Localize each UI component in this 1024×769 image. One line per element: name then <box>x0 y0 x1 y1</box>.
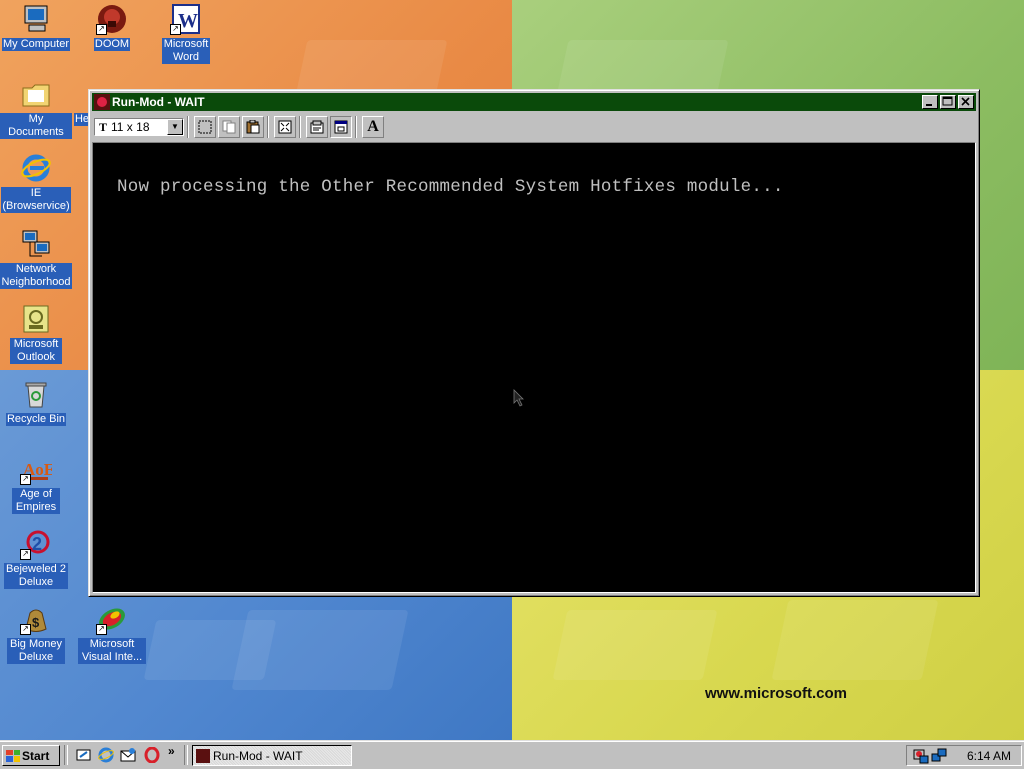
paste-button[interactable] <box>242 116 264 138</box>
copy-icon <box>222 120 236 134</box>
word-icon: W ↗ <box>170 3 202 35</box>
desktop-icon-label: Microsoft Visual Inte... <box>78 638 146 664</box>
toolbar-separator <box>355 116 357 138</box>
toolbar-separator <box>299 116 301 138</box>
outlook-icon <box>20 303 52 335</box>
background-button[interactable] <box>330 116 352 138</box>
mouse-pointer-icon <box>513 389 524 407</box>
clock[interactable]: 6:14 AM <box>967 749 1011 763</box>
windows-logo-icon <box>6 749 20 762</box>
taskbar-separator <box>64 745 68 765</box>
desktop-icon-doom[interactable]: ↗ DOOM <box>76 3 148 51</box>
network-tray-icon[interactable] <box>931 748 947 764</box>
console-area[interactable]: Now processing the Other Recommended Sys… <box>92 142 976 593</box>
desktop-icon-label: IE (Browservice) <box>1 187 71 213</box>
console-output: Now processing the Other Recommended Sys… <box>117 177 784 197</box>
taskbar: Start » Run-Mod - WAIT 6:14 AM <box>0 740 1024 769</box>
window-toolbar: T 11 x 18 ▼ A <box>92 114 976 140</box>
desktop-icon-ie[interactable]: IE (Browservice) <box>0 152 72 213</box>
ie-quicklaunch-icon[interactable] <box>98 747 114 763</box>
svg-text:W: W <box>178 10 198 32</box>
svg-text:2: 2 <box>32 534 42 554</box>
big-money-icon: $ ↗ <box>20 603 52 635</box>
desktop-icon-bejeweled-2[interactable]: 2 ↗ Bejeweled 2 Deluxe <box>0 528 72 589</box>
desktop-icon-microsoft-word[interactable]: W ↗ Microsoft Word <box>150 3 222 64</box>
close-button[interactable] <box>958 95 974 109</box>
properties-button[interactable] <box>306 116 328 138</box>
font-button[interactable]: A <box>362 116 384 138</box>
outlook-express-icon[interactable] <box>120 747 136 763</box>
recycle-bin-icon <box>20 378 52 410</box>
toolbar-separator <box>267 116 269 138</box>
system-tray: 6:14 AM <box>906 745 1022 766</box>
font-size-dropdown[interactable]: T 11 x 18 ▼ <box>94 118 184 136</box>
mark-icon <box>198 120 212 134</box>
truetype-font-icon: T <box>99 119 108 134</box>
bejeweled-icon: 2 ↗ <box>20 528 52 560</box>
desktop-icon-visual-interdev[interactable]: ↗ Microsoft Visual Inte... <box>76 603 148 664</box>
desktop-icon-age-of-empires[interactable]: AoE ↗ Age of Empires <box>0 453 72 514</box>
desktop-icon-label: Microsoft Word <box>162 38 210 64</box>
toolbar-separator <box>187 116 189 138</box>
tray-app-icon[interactable] <box>913 748 929 764</box>
show-desktop-icon[interactable] <box>76 747 92 763</box>
wallpaper-tile <box>143 620 277 680</box>
mark-button[interactable] <box>194 116 216 138</box>
svg-text:$: $ <box>32 615 40 630</box>
desktop-icon-recycle-bin[interactable]: Recycle Bin <box>0 378 72 426</box>
run-mod-app-icon <box>196 748 210 763</box>
desktop-icon-label: My Computer <box>1 38 71 51</box>
minimize-button[interactable] <box>922 95 938 109</box>
window-background-icon <box>334 120 348 134</box>
my-computer-icon <box>20 3 52 35</box>
run-mod-window[interactable]: Run-Mod - WAIT T 11 x 18 ▼ A Now process… <box>88 89 980 597</box>
close-icon <box>961 97 970 106</box>
full-screen-icon <box>278 120 292 134</box>
minimize-icon <box>926 104 932 106</box>
desktop-icon-label: DOOM <box>93 38 131 51</box>
network-icon <box>20 228 52 260</box>
font-a-icon: A <box>367 118 379 135</box>
taskbar-item-run-mod[interactable]: Run-Mod - WAIT <box>192 745 352 766</box>
desktop-icon-microsoft-outlook[interactable]: Microsoft Outlook <box>0 303 72 364</box>
quicklaunch-overflow-chevron-icon[interactable]: » <box>168 744 184 760</box>
full-screen-button[interactable] <box>274 116 296 138</box>
desktop-icon-label: Microsoft Outlook <box>10 338 62 364</box>
wallpaper-tile <box>552 610 718 680</box>
font-size-value: 11 x 18 <box>111 120 150 134</box>
properties-icon <box>310 120 324 134</box>
folder-icon <box>20 78 52 110</box>
wallpaper-tile <box>771 600 939 680</box>
taskbar-separator <box>184 745 188 765</box>
desktop-icon-label: Network Neighborhood <box>0 263 72 289</box>
desktop-icon-label: Age of Empires <box>12 488 60 514</box>
wallpaper-url: www.microsoft.com <box>705 685 847 702</box>
start-button[interactable]: Start <box>2 745 60 766</box>
desktop-icon-label: Recycle Bin <box>5 413 67 426</box>
taskbar-item-label: Run-Mod - WAIT <box>213 748 303 763</box>
desktop-icon-label: Bejeweled 2 Deluxe <box>4 563 68 589</box>
copy-button[interactable] <box>218 116 240 138</box>
maximize-icon <box>942 96 953 106</box>
desktop-icon-label: Big Money Deluxe <box>7 638 65 664</box>
desktop-icon-my-computer[interactable]: My Computer <box>0 3 72 51</box>
window-title: Run-Mod - WAIT <box>112 95 205 109</box>
desktop-icon-big-money[interactable]: $ ↗ Big Money Deluxe <box>0 603 72 664</box>
doom-icon: ↗ <box>96 3 128 35</box>
ie-icon <box>20 152 52 184</box>
desktop-icon-my-documents[interactable]: My Documents <box>0 78 72 139</box>
chevron-down-icon[interactable]: ▼ <box>167 119 183 135</box>
paste-icon <box>246 120 260 134</box>
window-app-icon[interactable] <box>94 94 110 110</box>
start-label: Start <box>22 748 50 763</box>
desktop-icon-label: My Documents <box>0 113 72 139</box>
maximize-button[interactable] <box>940 95 956 109</box>
opera-icon[interactable] <box>144 747 160 763</box>
title-bar[interactable]: Run-Mod - WAIT <box>92 93 976 111</box>
age-of-empires-icon: AoE ↗ <box>20 453 55 485</box>
visual-interdev-icon: ↗ <box>96 603 128 635</box>
desktop-icon-network-neighborhood[interactable]: Network Neighborhood <box>0 228 72 289</box>
